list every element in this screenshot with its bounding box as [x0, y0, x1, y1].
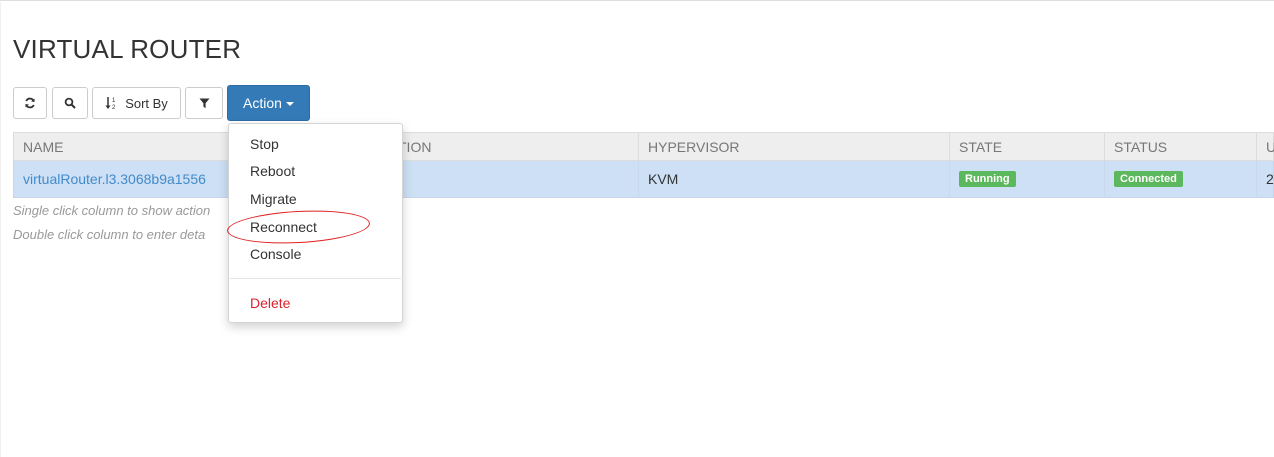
refresh-icon — [25, 97, 35, 109]
svg-text:1: 1 — [112, 98, 116, 104]
truncated-cell[interactable]: 2 — [1257, 161, 1274, 197]
menu-divider — [230, 278, 401, 279]
left-border — [0, 2, 1, 457]
page-title: VIRTUAL ROUTER — [13, 34, 242, 64]
state-badge: Running — [959, 171, 1016, 188]
status-badge: Connected — [1114, 171, 1183, 188]
action-dropdown-button[interactable]: Action — [227, 85, 310, 121]
column-header-truncated[interactable]: U — [1257, 133, 1274, 161]
double-click-hint: Double click column to enter deta — [13, 227, 206, 242]
hypervisor-cell[interactable]: KVM — [639, 161, 950, 197]
menu-item-reboot[interactable]: Reboot — [229, 158, 402, 184]
filter-button[interactable] — [185, 87, 223, 119]
sort-by-button[interactable]: 1 2 Sort By — [92, 87, 181, 119]
filter-icon — [199, 98, 209, 108]
sort-by-label: Sort By — [125, 95, 168, 111]
table-header: NAME TION HYPERVISOR STATE STATUS U — [13, 132, 1274, 161]
sort-numeric-icon: 1 2 — [105, 97, 116, 110]
menu-item-console[interactable]: Console — [229, 241, 402, 267]
refresh-button[interactable] — [13, 87, 47, 119]
search-button[interactable] — [52, 87, 88, 119]
column-header-location[interactable]: TION — [389, 133, 639, 161]
state-cell[interactable]: Running — [950, 161, 1105, 197]
search-icon — [64, 97, 76, 109]
single-click-hint: Single click column to show action — [13, 203, 211, 218]
column-header-name[interactable]: NAME — [14, 133, 229, 161]
column-header-state[interactable]: STATE — [950, 133, 1105, 161]
table-row[interactable]: virtualRouter.l3.3068b9a1556 KVM Running… — [13, 161, 1274, 198]
caret-down-icon — [285, 102, 294, 106]
menu-item-delete[interactable]: Delete — [229, 290, 402, 316]
status-cell[interactable]: Connected — [1105, 161, 1257, 197]
svg-text:2: 2 — [112, 105, 116, 110]
menu-item-stop[interactable]: Stop — [229, 131, 402, 157]
column-header-hypervisor[interactable]: HYPERVISOR — [639, 133, 950, 161]
top-border — [0, 0, 1274, 2]
action-label: Action — [243, 95, 282, 111]
column-header-status[interactable]: STATUS — [1105, 133, 1257, 161]
menu-item-migrate[interactable]: Migrate — [229, 186, 402, 212]
